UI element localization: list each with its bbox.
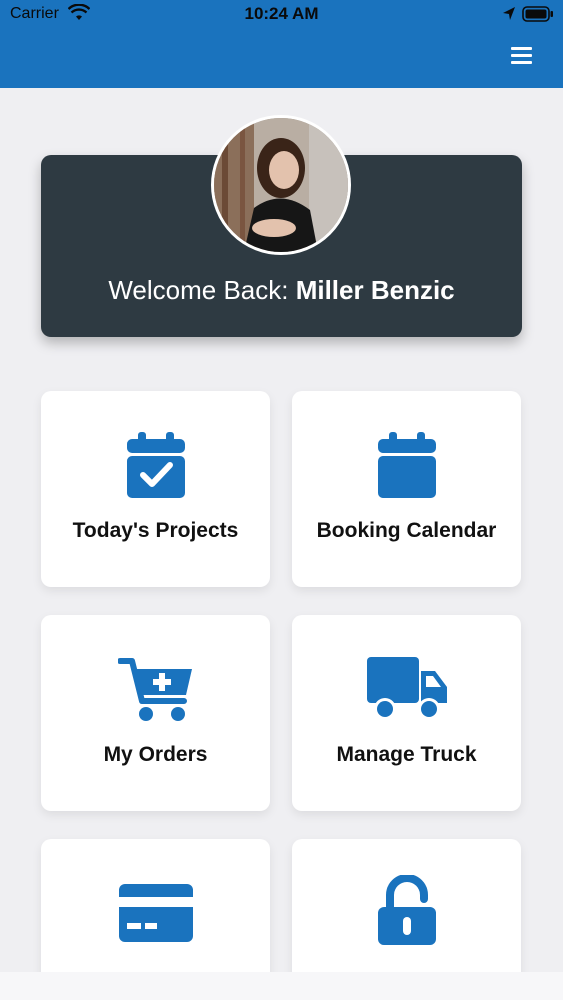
unlock-icon [377,875,436,945]
hamburger-menu-button[interactable] [505,42,537,70]
cart-plus-icon [117,658,192,721]
status-time: 10:24 AM [244,4,319,23]
hamburger-menu-icon [511,47,532,64]
tile-label: My Orders [103,743,208,766]
truck-icon [366,657,447,720]
welcome-prefix: Welcome Back: [108,275,296,305]
tab-bar-edge [0,972,563,1000]
tile-label: Booking Calendar [316,519,497,542]
profile-photo [214,118,348,252]
tile-manage-truck[interactable]: Manage Truck [292,615,521,811]
status-bar: Carrier 10:24 AM [0,0,563,30]
calendar-check-icon [126,432,185,498]
tile-my-orders[interactable]: My Orders [41,615,270,811]
user-name: Miller Benzic [295,275,455,305]
avatar[interactable] [211,115,351,255]
welcome-message: Welcome Back: Miller Benzic [41,275,522,306]
battery-icon [522,6,553,22]
credit-card-icon [118,884,193,942]
tile-booking-calendar[interactable]: Booking Calendar [292,391,521,587]
location-arrow-icon [503,7,515,20]
tile-label: Manage Truck [336,743,477,766]
tile-todays-projects[interactable]: Today's Projects [41,391,270,587]
calendar-icon [377,432,436,498]
tile-label: Today's Projects [72,519,239,542]
